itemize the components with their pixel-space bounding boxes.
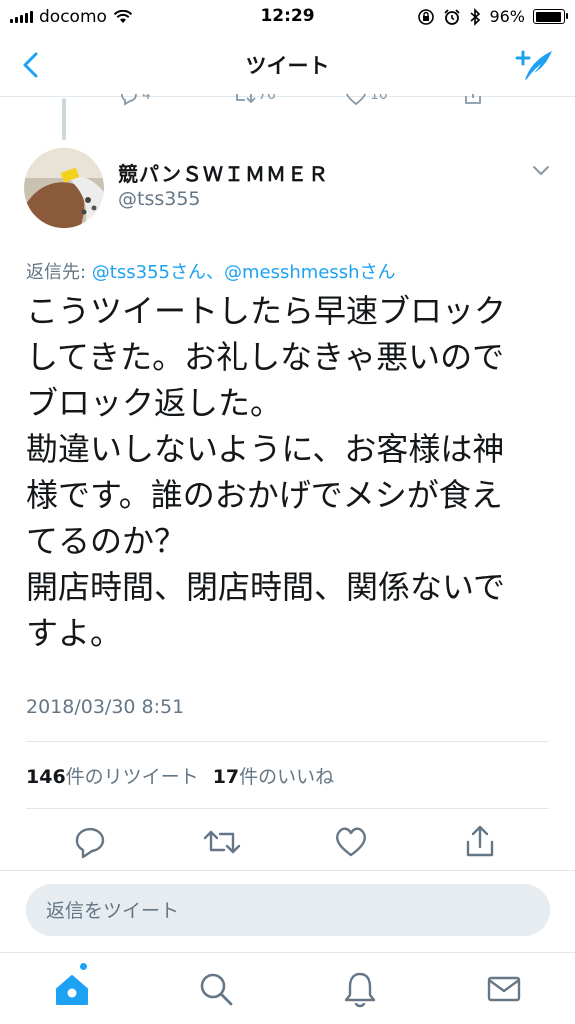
divider (26, 808, 549, 809)
previous-retweet-count: 76 (258, 94, 276, 103)
rotation-lock-icon (418, 8, 435, 25)
display-name[interactable]: 競パンＳＷＩＭＭＥＲ (118, 158, 329, 187)
share-icon (465, 94, 481, 104)
reply-icon[interactable] (72, 822, 108, 862)
status-bar: docomo 12:29 96% (0, 0, 575, 34)
avatar[interactable] (24, 148, 104, 228)
retweet-icon[interactable] (202, 822, 242, 862)
previous-like-action[interactable]: 10 (344, 94, 388, 106)
previous-reply-action[interactable]: 4 (118, 94, 151, 106)
page-title: ツイート (245, 54, 330, 78)
retweet-stats[interactable]: 146件のリツイート (26, 762, 199, 789)
bluetooth-icon (470, 7, 481, 26)
battery-fill (535, 11, 562, 22)
bell-icon[interactable] (340, 969, 380, 1009)
battery-percent: 96% (489, 7, 525, 26)
reply-box[interactable] (26, 884, 550, 938)
home-icon[interactable] (52, 969, 92, 1009)
reply-to-label: 返信先: (26, 262, 92, 283)
heart-icon[interactable] (333, 822, 369, 862)
tweet-text: こうツイートしたら早速ブロック してきた。お礼しなきゃ悪いので ブロック返した。… (26, 292, 507, 652)
tab-bar (0, 952, 575, 1024)
chevron-down-icon[interactable] (531, 164, 551, 178)
retweet-count: 146 (26, 766, 66, 788)
home-notification-dot (80, 963, 87, 970)
search-icon[interactable] (196, 969, 236, 1009)
divider (0, 870, 575, 871)
tweet-action-bar (0, 822, 575, 866)
thread-connector-line (62, 98, 66, 140)
reply-input[interactable] (44, 884, 528, 938)
avatar-photo (24, 148, 104, 228)
previous-retweet-action[interactable]: 76 (232, 94, 276, 106)
like-count: 17 (212, 766, 240, 788)
reply-mentions[interactable]: @tss355さん、@messhmesshさん (92, 262, 396, 283)
tweet-timestamp: 2018/03/30 8:51 (26, 696, 185, 718)
previous-like-count: 10 (370, 94, 388, 103)
share-icon[interactable] (462, 822, 498, 862)
tweet-stats: 146件のリツイート 17件のいいね (26, 762, 334, 789)
status-right: 96% (417, 7, 568, 26)
divider (26, 741, 549, 742)
alarm-icon (444, 8, 461, 25)
previous-reply-count: 4 (142, 94, 151, 103)
previous-tweet-actions: 4 76 10 (0, 94, 575, 118)
navigation-bar: ツイート (0, 34, 575, 97)
retweet-icon (236, 94, 256, 104)
tweet-detail-screen: docomo 12:29 96% ツイート 4 76 10 競パンＳＷＩＭＭＥＲ… (0, 0, 575, 1024)
battery-icon (533, 9, 568, 24)
reply-to-line: 返信先: @tss355さん、@messhmesshさん (26, 258, 396, 284)
envelope-icon[interactable] (484, 969, 524, 1009)
user-handle[interactable]: @tss355 (118, 188, 201, 210)
previous-share-action[interactable] (462, 94, 484, 106)
reply-icon (121, 94, 137, 106)
heart-icon (346, 94, 366, 106)
like-label: 件のいいね (239, 766, 335, 788)
compose-tweet-icon[interactable] (515, 46, 555, 84)
like-stats[interactable]: 17件のいいね (213, 762, 334, 789)
retweet-label: 件のリツイート (65, 766, 199, 788)
